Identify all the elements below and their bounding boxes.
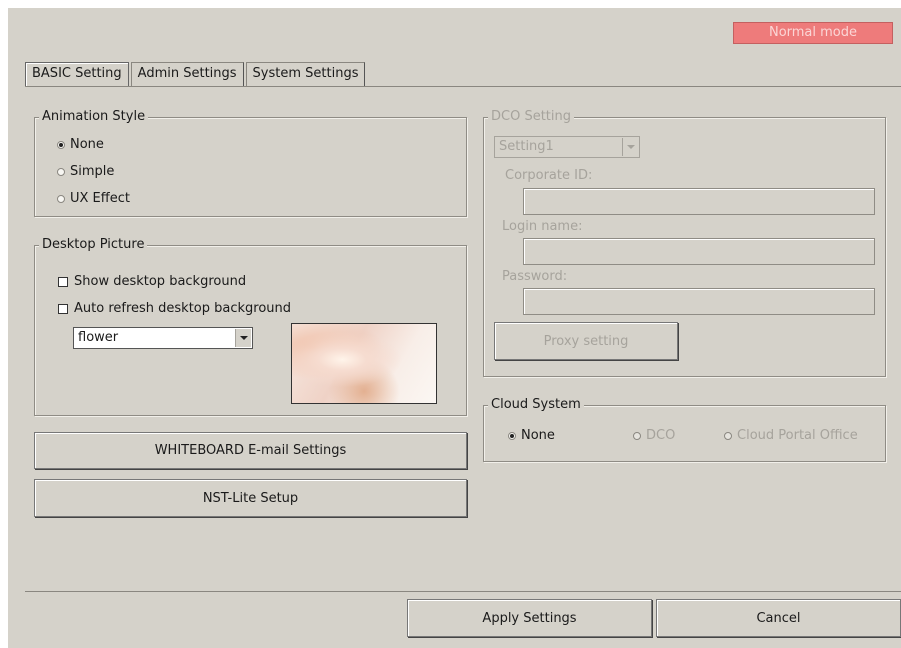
- mode-badge: Normal mode: [733, 22, 893, 44]
- chevron-down-icon[interactable]: [622, 138, 638, 156]
- dco-setting-select[interactable]: Setting1: [494, 136, 640, 158]
- radio-icon[interactable]: [57, 194, 65, 203]
- footer-divider: [25, 591, 901, 592]
- cloud-option-none[interactable]: None: [508, 428, 555, 443]
- desktop-picture-legend: Desktop Picture: [39, 237, 148, 253]
- animation-option-label: Simple: [70, 164, 115, 179]
- animation-option-ux-effect[interactable]: UX Effect: [57, 191, 130, 206]
- cloud-option-label: DCO: [646, 428, 676, 443]
- password-label: Password:: [502, 269, 568, 284]
- nst-lite-setup-button[interactable]: NST-Lite Setup: [34, 479, 467, 517]
- tab-divider: [25, 86, 901, 87]
- show-desktop-background-option[interactable]: Show desktop background: [58, 274, 246, 289]
- cloud-option-dco[interactable]: DCO: [633, 428, 675, 443]
- tab-basic-setting[interactable]: BASIC Setting: [25, 62, 129, 86]
- radio-icon[interactable]: [57, 167, 65, 176]
- dco-setting-value: Setting1: [499, 139, 554, 154]
- auto-refresh-label: Auto refresh desktop background: [74, 301, 292, 316]
- animation-option-simple[interactable]: Simple: [57, 164, 114, 179]
- whiteboard-email-settings-button[interactable]: WHITEBOARD E-mail Settings: [34, 432, 467, 469]
- cloud-option-cloud-portal-office[interactable]: Cloud Portal Office: [724, 428, 858, 443]
- dco-setting-legend: DCO Setting: [488, 109, 574, 125]
- desktop-picture-value: flower: [78, 330, 119, 345]
- radio-icon[interactable]: [633, 431, 641, 440]
- animation-option-none[interactable]: None: [57, 137, 104, 152]
- radio-selected-icon[interactable]: [57, 140, 65, 149]
- password-field[interactable]: [523, 288, 875, 315]
- cancel-button[interactable]: Cancel: [656, 599, 901, 637]
- proxy-setting-button[interactable]: Proxy setting: [494, 322, 678, 360]
- chevron-down-icon[interactable]: [235, 329, 251, 347]
- apply-settings-button[interactable]: Apply Settings: [407, 599, 652, 637]
- corporate-id-label: Corporate ID:: [505, 168, 593, 183]
- login-name-label: Login name:: [502, 219, 583, 234]
- cloud-option-label: None: [521, 428, 555, 443]
- cloud-system-legend: Cloud System: [488, 397, 584, 413]
- auto-refresh-option[interactable]: Auto refresh desktop background: [58, 301, 291, 316]
- tab-admin-settings[interactable]: Admin Settings: [130, 62, 244, 86]
- radio-selected-icon[interactable]: [508, 431, 516, 440]
- login-name-field[interactable]: [523, 238, 875, 265]
- radio-icon[interactable]: [724, 431, 732, 440]
- cloud-option-label: Cloud Portal Office: [737, 428, 858, 443]
- tab-strip: BASIC Setting Admin Settings System Sett…: [25, 62, 367, 87]
- desktop-picture-select[interactable]: flower: [73, 327, 253, 349]
- animation-option-label: None: [70, 137, 104, 152]
- checkbox-icon[interactable]: [58, 276, 68, 287]
- desktop-picture-preview: [291, 323, 437, 404]
- corporate-id-field[interactable]: [523, 188, 875, 215]
- show-desktop-background-label: Show desktop background: [74, 274, 247, 289]
- animation-option-label: UX Effect: [70, 191, 130, 206]
- animation-style-legend: Animation Style: [39, 109, 149, 125]
- tab-system-settings[interactable]: System Settings: [245, 62, 366, 86]
- checkbox-icon[interactable]: [58, 303, 68, 314]
